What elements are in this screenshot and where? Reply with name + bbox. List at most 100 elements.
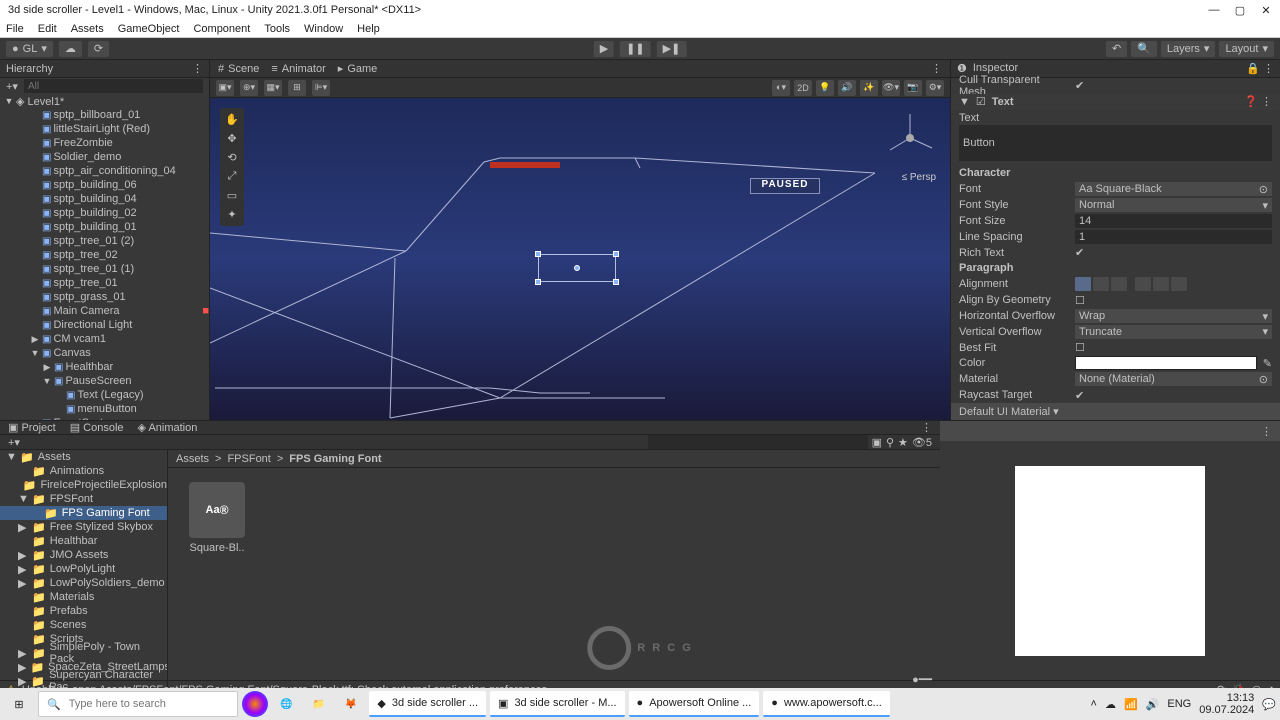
folder-item[interactable]: ▶📁JMO Assets [0, 548, 167, 562]
hierarchy-item[interactable]: ▣ Text (Legacy) [0, 388, 209, 402]
edge-icon[interactable]: 🌐 [272, 691, 300, 717]
hidden-count-icon[interactable]: 👁5 [912, 436, 932, 449]
hierarchy-item[interactable]: ▣ sptp_building_06 [0, 178, 209, 192]
gizmos-icon[interactable]: ⚙▾ [926, 80, 944, 96]
lighting-icon[interactable]: 💡 [816, 80, 834, 96]
folder-item[interactable]: 📁Healthbar [0, 534, 167, 548]
fx-icon[interactable]: ✨ [860, 80, 878, 96]
hierarchy-item[interactable]: ▶▣ CM vcam1 [0, 332, 209, 346]
menu-edit[interactable]: Edit [38, 23, 57, 35]
folder-item[interactable]: 📁FireIceProjectileExplosion [0, 478, 167, 492]
menu-gameobject[interactable]: GameObject [118, 23, 180, 35]
tray-chevron-icon[interactable]: ˄ [1091, 698, 1097, 710]
explorer-icon[interactable]: 📁 [304, 691, 332, 717]
scene-tab-opts-icon[interactable]: ⋮ [931, 62, 942, 75]
hierarchy-item[interactable]: ▣ sptp_building_02 [0, 206, 209, 220]
filter-by-label-icon[interactable]: ⚲ [886, 436, 894, 449]
tray-lang[interactable]: ENG [1167, 698, 1191, 710]
hierarchy-item[interactable]: ▣ Directional Light [0, 318, 209, 332]
folder-item[interactable]: 📁Scenes [0, 618, 167, 632]
text-input[interactable]: Button [959, 125, 1272, 161]
menu-help[interactable]: Help [357, 23, 380, 35]
project-opts-icon[interactable]: ⋮ [921, 421, 932, 434]
component-help-icon[interactable]: ❓ ⋮ [1244, 95, 1272, 108]
thumbnail-size-slider[interactable]: ●━━ [912, 673, 932, 686]
scene-pivot-icon[interactable]: ⊕▾ [240, 80, 258, 96]
hierarchy-opts-icon[interactable]: ⋮ [192, 62, 203, 75]
tray-clock[interactable]: 13:1309.07.2024 [1199, 692, 1254, 716]
add-icon[interactable]: +▾ [6, 80, 18, 93]
scene-increment-icon[interactable]: ⊫▾ [312, 80, 330, 96]
menu-window[interactable]: Window [304, 23, 343, 35]
breadcrumb-assets[interactable]: Assets [176, 453, 209, 465]
handle-center[interactable] [574, 265, 580, 271]
folder-item[interactable]: 📁FPS Gaming Font [0, 506, 167, 520]
menu-component[interactable]: Component [193, 23, 250, 35]
cloud-icon[interactable]: ☁ [59, 41, 82, 57]
hoverflow-field[interactable]: Wrap▾ [1075, 309, 1272, 323]
handle-se[interactable] [613, 279, 619, 285]
save-search-icon[interactable]: ★ [898, 436, 908, 449]
color-field[interactable] [1075, 356, 1257, 370]
inspector-lock-icon[interactable]: 🔒 ⋮ [1246, 62, 1274, 75]
maximize-icon[interactable]: ▢ [1234, 4, 1246, 16]
firefox-icon[interactable]: 🦊 [337, 691, 365, 717]
services-icon[interactable]: ⟳ [88, 41, 109, 57]
hierarchy-item[interactable]: ▣ sptp_air_conditioning_04 [0, 164, 209, 178]
project-add-icon[interactable]: +▾ [8, 436, 20, 449]
scene-viewport[interactable]: ✋ ✥ ⟲ ⤢ ▭ ✦ [210, 98, 950, 420]
minimize-icon[interactable]: — [1208, 4, 1220, 16]
folder-item[interactable]: ▶📁LowPolySoldiers_demo [0, 576, 167, 590]
tray-notifications-icon[interactable]: 💬 [1262, 698, 1276, 711]
taskbar-item-chrome[interactable]: ●www.apowersoft.c... [763, 691, 889, 717]
tab-scene[interactable]: #Scene [218, 63, 259, 75]
hidden-icon[interactable]: 👁▾ [882, 80, 900, 96]
taskbar-item-apowersoft[interactable]: ●Apowersoft Online ... [629, 691, 760, 717]
account-button[interactable]: ● GL ▾ [6, 41, 53, 57]
search-icon[interactable]: 🔍 [1131, 41, 1157, 57]
default-material-foldout[interactable]: Default UI Material ▾ [951, 403, 1280, 420]
audio-icon[interactable]: 🔊 [838, 80, 856, 96]
orientation-gizmo[interactable] [880, 108, 940, 168]
draw-mode-icon[interactable]: ◐▾ [772, 80, 790, 96]
folder-item[interactable]: ▼📁FPSFont [0, 492, 167, 506]
cortana-icon[interactable] [242, 691, 268, 717]
tab-game[interactable]: ▸Game [338, 62, 378, 75]
hierarchy-item[interactable]: ▣ menuButton [0, 402, 209, 416]
hierarchy-item[interactable]: ▣ sptp_building_01 [0, 220, 209, 234]
scene-snap-icon[interactable]: ⊞ [288, 80, 306, 96]
bestfit-checkbox[interactable]: ☐ [1075, 341, 1085, 354]
scene-root[interactable]: ▼◈ Level1* [0, 94, 209, 108]
breadcrumb-fpsfont[interactable]: FPSFont [227, 453, 270, 465]
hierarchy-item[interactable]: ▣ sptp_tree_02 [0, 248, 209, 262]
font-field[interactable]: Aa Square-Black⊙ [1075, 182, 1272, 196]
step-button[interactable]: ▶❚ [657, 41, 687, 57]
voverflow-field[interactable]: Truncate▾ [1075, 325, 1272, 339]
camera-icon[interactable]: 📷 [904, 80, 922, 96]
preview-opts-icon[interactable]: ⋮ [1261, 425, 1272, 438]
linespacing-input[interactable]: 1 [1075, 230, 1272, 244]
folder-item[interactable]: ▼📁Assets [0, 450, 167, 464]
menu-assets[interactable]: Assets [71, 23, 104, 35]
menu-tools[interactable]: Tools [264, 23, 290, 35]
hierarchy-item[interactable]: ▣ sptp_building_04 [0, 192, 209, 206]
tray-onedrive-icon[interactable]: ☁ [1105, 698, 1116, 711]
tab-animation[interactable]: ◈ Animation [138, 421, 198, 434]
component-foldout-icon[interactable]: ▼ [959, 96, 970, 108]
fontstyle-field[interactable]: Normal▾ [1075, 198, 1272, 212]
hierarchy-item[interactable]: ▣ Main Camera ■ [0, 304, 209, 318]
handle-sw[interactable] [535, 279, 541, 285]
tab-project[interactable]: ▣ Project [8, 421, 56, 434]
undo-history-icon[interactable]: ↶ [1106, 41, 1127, 57]
asset-item[interactable]: Aa® Square-Bl.. [182, 482, 252, 554]
hierarchy-item[interactable]: ▶▣ Healthbar [0, 360, 209, 374]
scene-shading-icon[interactable]: ▣▾ [216, 80, 234, 96]
taskbar-item-unity[interactable]: ◆3d side scroller ... [369, 691, 486, 717]
layers-dropdown[interactable]: Layers ▾ [1161, 41, 1216, 57]
hierarchy-item[interactable]: ▣ FreeZombie [0, 136, 209, 150]
component-enabled-checkbox[interactable]: ☑ [976, 95, 986, 108]
handle-ne[interactable] [613, 251, 619, 257]
close-icon[interactable]: ✕ [1260, 4, 1272, 16]
richtext-checkbox[interactable]: ✔ [1075, 246, 1084, 259]
folder-item[interactable]: ▶📁SimplePoly - Town Pack [0, 646, 167, 660]
